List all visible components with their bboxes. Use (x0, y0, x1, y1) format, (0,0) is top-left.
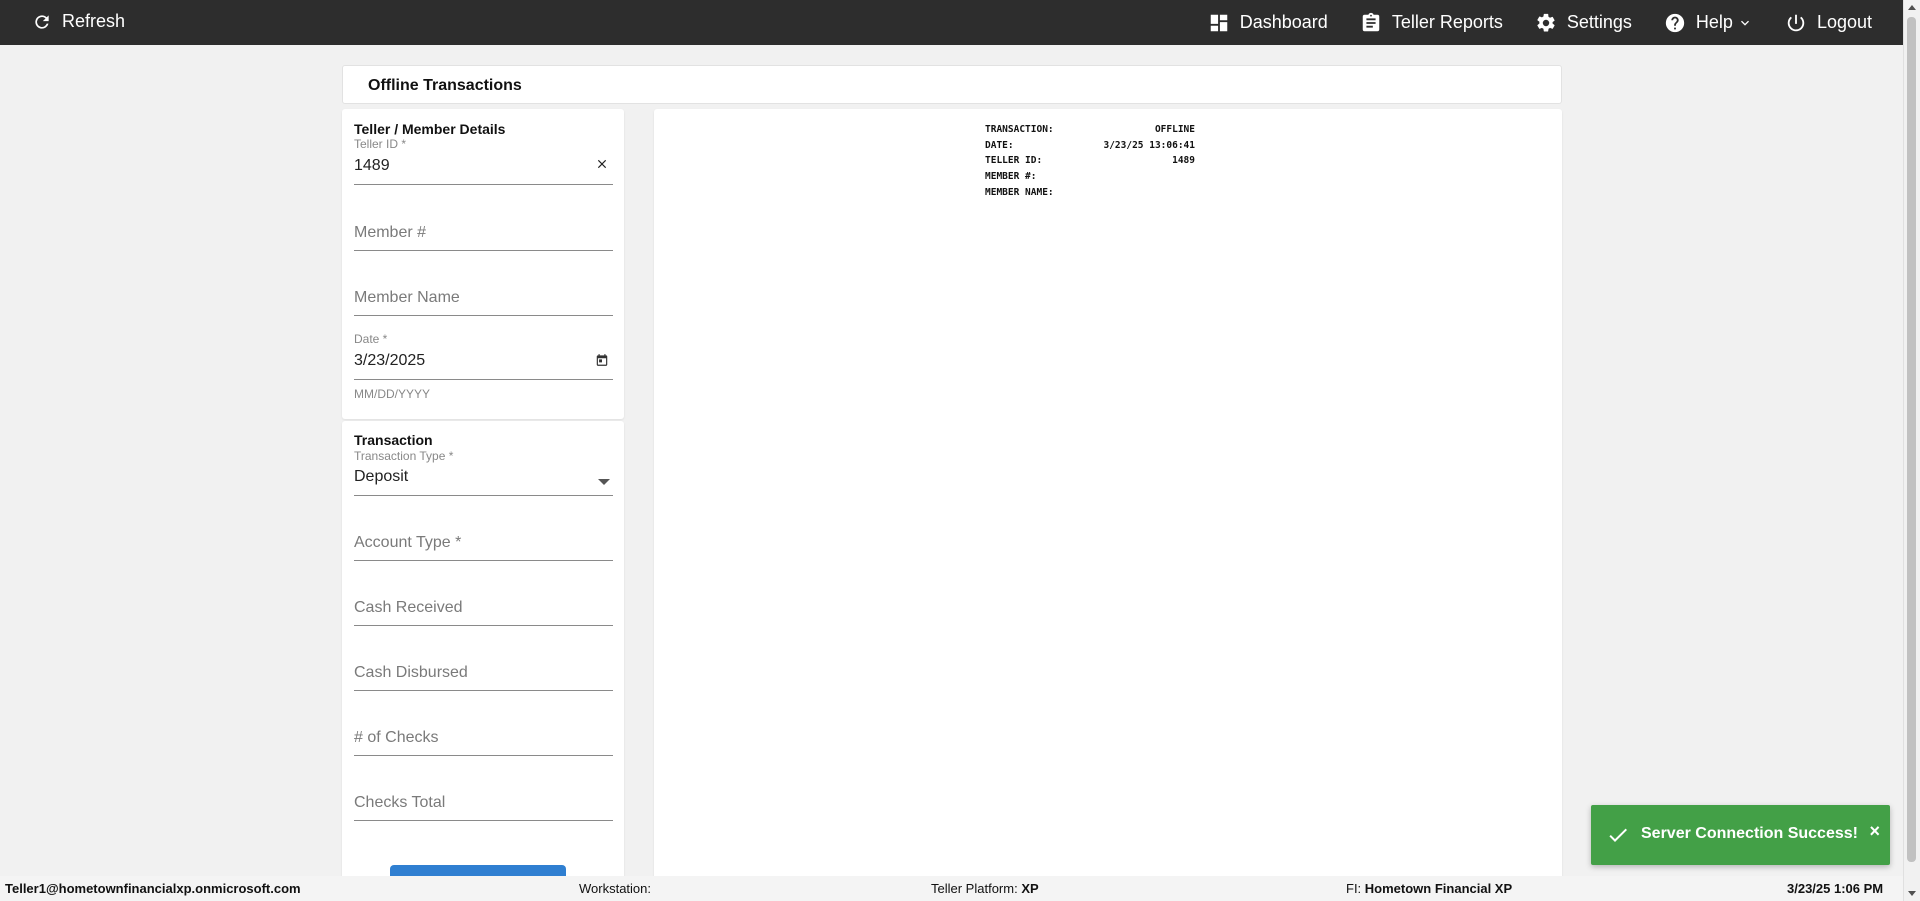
status-platform: Teller Platform: XP (931, 881, 1039, 896)
clear-icon[interactable] (595, 157, 609, 176)
receipt-text: TRANSACTION: OFFLINE DATE: 3/23/25 13:06… (985, 122, 1195, 200)
scroll-up-arrow-icon[interactable] (1908, 5, 1916, 10)
member-name-field[interactable]: Member Name (354, 266, 613, 316)
scrollbar-thumb[interactable] (1907, 17, 1916, 862)
date-value: 3/23/2025 (354, 352, 426, 369)
checks-total-placeholder: Checks Total (354, 794, 446, 811)
receipt-line-date: DATE: 3/23/25 13:06:41 (985, 138, 1195, 154)
teller-id-value: 1489 (354, 157, 390, 174)
status-datetime: 3/23/25 1:06 PM (1787, 881, 1884, 896)
status-fi: FI: Hometown Financial XP (1346, 881, 1512, 896)
cash-disbursed-field[interactable]: Cash Disbursed (354, 641, 613, 691)
status-platform-label: Teller Platform: (931, 881, 1018, 896)
dropdown-arrow-icon[interactable] (598, 473, 610, 491)
status-fi-value: Hometown Financial XP (1364, 881, 1513, 896)
vertical-scrollbar[interactable] (1903, 0, 1920, 901)
transaction-panel: Transaction Transaction Type * Deposit A… (342, 421, 624, 895)
cash-received-field[interactable]: Cash Received (354, 576, 613, 626)
nav-teller-reports-label: Teller Reports (1391, 12, 1503, 32)
member-number-field[interactable]: Member # (354, 201, 613, 251)
check-icon (1609, 828, 1627, 842)
clipboard-icon (1362, 12, 1380, 31)
account-type-field[interactable]: Account Type * (354, 511, 613, 561)
nav-settings[interactable]: Settings (1535, 12, 1632, 34)
member-number-placeholder: Member # (354, 224, 427, 241)
teller-member-details-panel: Teller / Member Details Teller ID * 1489… (342, 109, 624, 419)
dashboard-icon (1210, 14, 1227, 31)
teller-id-field[interactable]: Teller ID * 1489 (354, 137, 613, 185)
transaction-type-select[interactable]: Transaction Type * Deposit (354, 449, 613, 496)
refresh-button[interactable]: Refresh (32, 11, 125, 32)
receipt-line-member-number: MEMBER #: (985, 169, 1195, 185)
receipt-label: DATE: (985, 139, 1014, 151)
gear-icon (1537, 13, 1555, 32)
nav-dashboard-label: Dashboard (1239, 12, 1328, 32)
calendar-icon[interactable] (595, 353, 609, 372)
details-section-title: Teller / Member Details (354, 121, 506, 137)
nav-dashboard[interactable]: Dashboard (1208, 12, 1328, 34)
page-title: Offline Transactions (368, 77, 522, 94)
receipt-label: TRANSACTION: (985, 124, 1054, 135)
status-fi-label: FI: (1346, 881, 1362, 896)
receipt-label: MEMBER #: (985, 171, 1037, 183)
status-bar: Teller1@hometownfinancialxp.onmicrosoft.… (0, 876, 1903, 901)
status-platform-value: XP (1021, 881, 1039, 896)
scroll-down-arrow-icon[interactable] (1908, 891, 1916, 896)
toast-message: Server Connection Success! (1641, 825, 1858, 842)
date-format-helper: MM/DD/YYYY (354, 387, 431, 401)
receipt-value: 3/23/25 13:06:41 (1103, 139, 1195, 151)
cash-disbursed-placeholder: Cash Disbursed (354, 664, 468, 681)
toast-notification: Server Connection Success! × (1591, 805, 1890, 865)
nav-help-label: Help (1695, 12, 1733, 32)
power-icon (1787, 14, 1805, 31)
top-navigation-bar: Refresh Dashboard Teller Reports Setting… (0, 0, 1920, 45)
nav-teller-reports[interactable]: Teller Reports (1360, 12, 1503, 34)
account-type-placeholder: Account Type * (354, 534, 462, 551)
help-icon (1665, 13, 1685, 32)
cash-received-placeholder: Cash Received (354, 599, 463, 616)
nav-settings-label: Settings (1566, 12, 1632, 32)
date-field[interactable]: Date * 3/23/2025 (354, 332, 613, 380)
receipt-label: MEMBER NAME: (985, 186, 1054, 198)
transaction-type-value: Deposit (354, 468, 409, 485)
member-name-placeholder: Member Name (354, 289, 460, 306)
number-of-checks-field[interactable]: # of Checks (354, 706, 613, 756)
receipt-line-transaction: TRANSACTION: OFFLINE (985, 122, 1195, 138)
date-label: Date * (354, 332, 388, 346)
teller-id-label: Teller ID * (354, 137, 407, 151)
transaction-section-title: Transaction (354, 432, 433, 448)
receipt-value: 1489 (1172, 155, 1195, 167)
status-workstation-label: Workstation: (579, 881, 652, 896)
nav-help[interactable]: Help (1664, 12, 1753, 34)
receipt-preview-panel: TRANSACTION: OFFLINE DATE: 3/23/25 13:06… (654, 109, 1562, 891)
refresh-icon (35, 14, 49, 29)
number-of-checks-placeholder: # of Checks (354, 729, 439, 746)
receipt-label: TELLER ID: (985, 155, 1043, 167)
main-nav: Dashboard Teller Reports Settings Help L… (1208, 0, 1872, 45)
chevron-down-icon (1740, 20, 1749, 26)
receipt-line-teller-id: TELLER ID: 1489 (985, 153, 1195, 169)
refresh-label: Refresh (62, 11, 126, 31)
receipt-value: OFFLINE (1154, 124, 1195, 135)
nav-logout[interactable]: Logout (1785, 12, 1872, 34)
transaction-type-label: Transaction Type * (354, 449, 454, 463)
nav-logout-label: Logout (1816, 12, 1872, 32)
status-user: Teller1@hometownfinancialxp.onmicrosoft.… (5, 881, 301, 896)
checks-total-field[interactable]: Checks Total (354, 771, 613, 821)
page-header-card: Offline Transactions (342, 65, 1562, 104)
toast-close-button[interactable]: × (1869, 821, 1880, 842)
receipt-line-member-name: MEMBER NAME: (985, 185, 1195, 201)
